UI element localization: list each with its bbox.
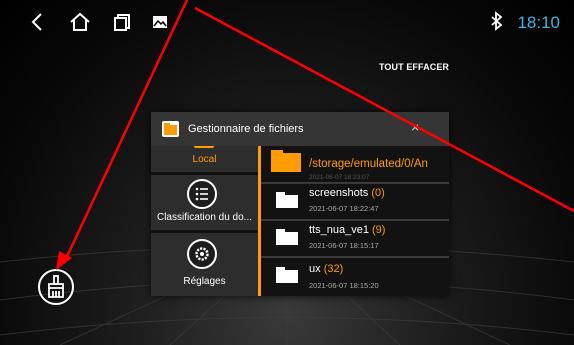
divider xyxy=(261,256,449,258)
sidebar-item-settings[interactable]: Réglages xyxy=(151,233,258,296)
close-icon[interactable]: × xyxy=(411,119,419,135)
list-icon xyxy=(187,179,217,209)
file-list: /storage/emulated/0/An 2021-06-07 18:23:… xyxy=(261,146,449,296)
sidebar-item-label: Réglages xyxy=(183,276,226,287)
clean-button[interactable] xyxy=(38,269,74,305)
sidebar-item-local[interactable]: Local xyxy=(151,146,258,174)
recent-app-card[interactable]: Gestionnaire de fichiers × Local Classif… xyxy=(151,112,449,296)
folder-icon xyxy=(276,267,298,283)
file-date: 2021-06-07 18:15:20 xyxy=(309,281,379,290)
folder-icon xyxy=(194,146,214,148)
sidebar-item-label: Local xyxy=(192,154,217,165)
folder-icon xyxy=(276,192,298,208)
home-icon[interactable] xyxy=(68,10,92,34)
card-header: Gestionnaire de fichiers × xyxy=(151,112,449,146)
clear-all-button[interactable]: TOUT EFFACER xyxy=(379,62,449,72)
divider xyxy=(261,219,449,221)
file-manager-app-icon xyxy=(162,121,179,137)
broom-icon xyxy=(48,275,64,298)
folder-icon xyxy=(276,229,298,245)
divider xyxy=(261,182,449,184)
gear-icon xyxy=(187,239,217,269)
file-name: screenshots (0) xyxy=(309,187,385,199)
sidebar-item-classification[interactable]: Classification du do... xyxy=(151,175,258,229)
sidebar-item-label: Classification du do... xyxy=(156,212,253,223)
sidebar: Local Classification du do... Réglages xyxy=(151,146,258,296)
recents-icon[interactable] xyxy=(110,10,134,34)
file-name: ux (32) xyxy=(309,263,344,275)
file-name: tts_nua_ve1 (9) xyxy=(309,224,386,236)
status-bar: 18:10 xyxy=(0,0,574,40)
current-path: /storage/emulated/0/An xyxy=(309,158,428,170)
bluetooth-icon xyxy=(491,11,503,31)
recents-screen: 18:10 TOUT EFFACER Gestionnaire de fichi… xyxy=(0,0,574,345)
card-title: Gestionnaire de fichiers xyxy=(188,123,304,135)
file-date: 2021-06-07 18:15:17 xyxy=(309,241,379,250)
clock: 18:10 xyxy=(517,13,560,32)
folder-icon xyxy=(271,150,301,172)
chevron-left-icon[interactable] xyxy=(26,10,50,34)
partial-date: 2021-06-07 18:23:07 xyxy=(309,174,370,179)
file-date: 2021-06-07 18:22:47 xyxy=(309,204,379,213)
image-icon[interactable] xyxy=(148,10,172,34)
